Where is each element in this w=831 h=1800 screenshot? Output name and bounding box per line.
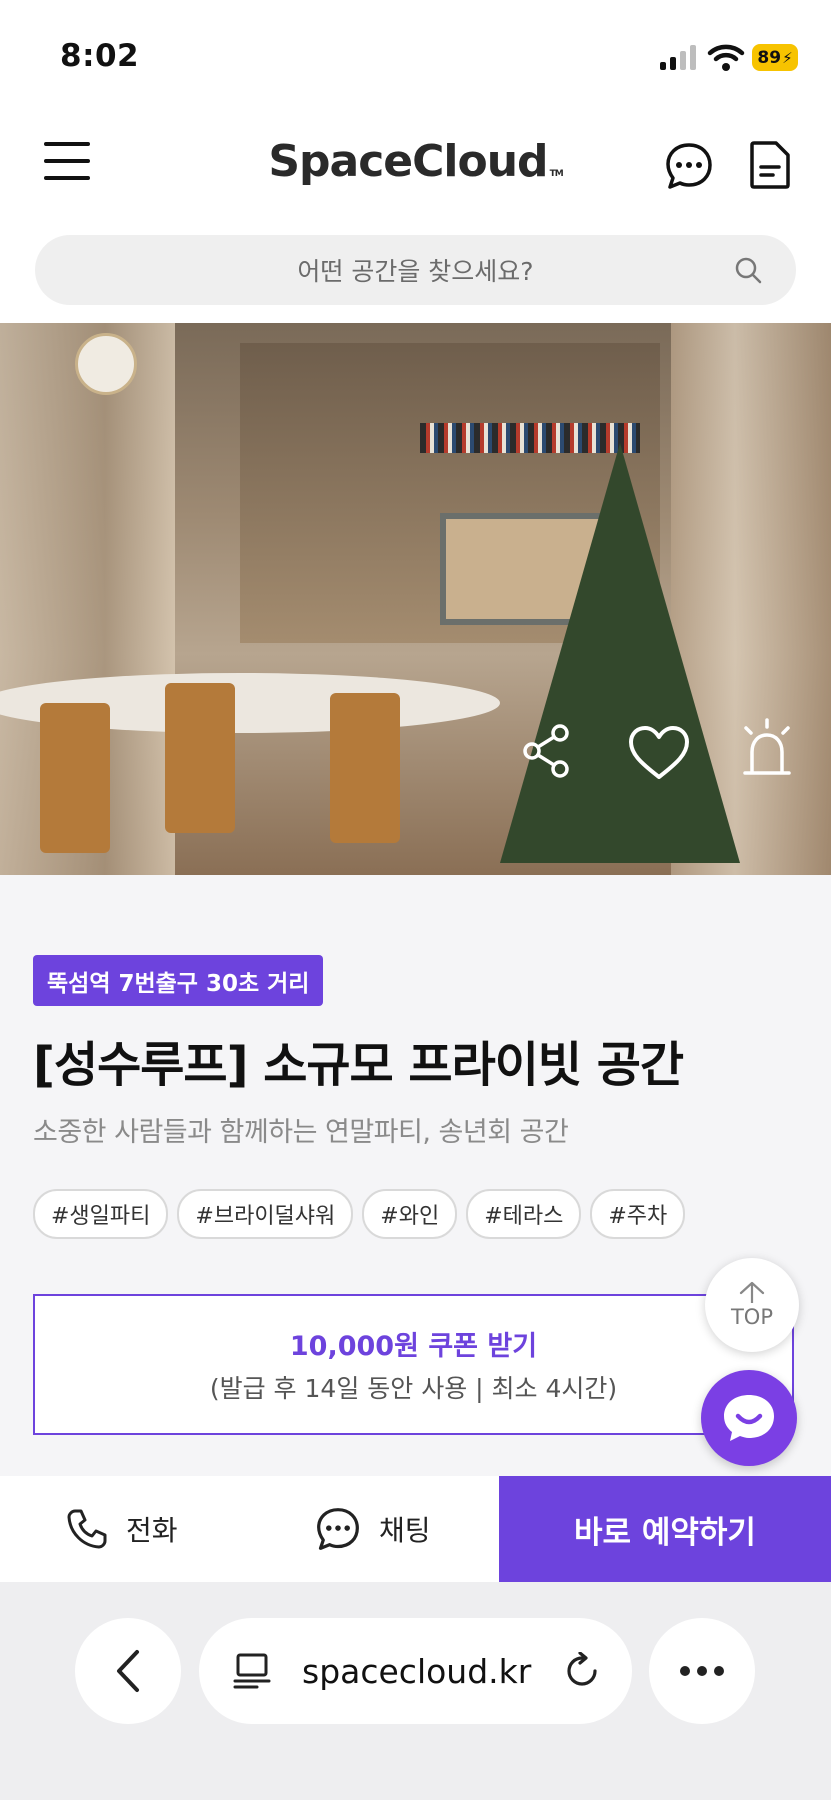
reserve-now-button[interactable]: 바로 예약하기 [499,1476,831,1582]
battery-indicator: 89 ⚡ [752,44,798,71]
chat-bubble-icon [317,1508,359,1550]
battery-level: 89 [757,47,782,68]
charging-bolt-icon: ⚡ [782,48,793,67]
coupon-title: 10,000원 쿠폰 받기 [289,1331,538,1362]
alarm-siren-icon[interactable] [738,718,796,782]
document-icon[interactable] [748,140,792,190]
arrow-up-icon [739,1281,765,1303]
chat-smile-icon [724,1395,774,1441]
top-label: TOP [730,1305,774,1329]
logo-text: SpaceCloud [268,136,548,187]
browser-back-button[interactable] [75,1618,181,1724]
search-bar[interactable]: 어떤 공간을 찾으세요? [35,235,796,305]
chat-button[interactable]: 채팅 [315,1476,431,1582]
chat-label: 채팅 [379,1514,431,1547]
cellular-signal-icon [660,44,698,70]
coupon-subtitle: (발급 후 14일 동안 사용 | 최소 4시간) [209,1374,618,1403]
logo-trademark: TM [549,169,564,179]
christmas-tree-image [500,443,740,863]
chevron-left-icon [117,1650,139,1692]
bottom-action-bar: 전화 채팅 바로 예약하기 [0,1476,831,1582]
page-menu-icon[interactable] [233,1652,271,1690]
tag-chip[interactable]: #주차 [590,1189,686,1239]
tag-chip[interactable]: #와인 [362,1189,458,1239]
space-subtitle: 소중한 사람들과 함께하는 연말파티, 송년회 공간 [33,1117,569,1148]
search-icon[interactable] [734,256,762,284]
search-input[interactable]: 어떤 공간을 찾으세요? [297,252,533,288]
heart-icon[interactable] [627,725,691,781]
tag-chip[interactable]: #테라스 [466,1189,582,1239]
url-text: spacecloud.kr [302,1652,532,1691]
share-icon[interactable] [520,723,572,779]
tag-chip[interactable]: #생일파티 [33,1189,169,1239]
reserve-label: 바로 예약하기 [574,1514,756,1551]
chair-image [165,683,235,833]
browser-address-bar[interactable]: spacecloud.kr [199,1618,632,1724]
phone-icon [67,1509,107,1549]
location-badge: 뚝섬역 7번출구 30초 거리 [33,955,324,1006]
space-hero-image[interactable] [0,323,831,875]
call-button[interactable]: 전화 [66,1476,178,1582]
tag-list: #생일파티 #브라이덜샤워 #와인 #테라스 #주차 [33,1189,686,1239]
browser-more-button[interactable] [649,1618,755,1724]
chair-image [330,693,400,843]
scroll-to-top-button[interactable]: TOP [705,1258,799,1352]
chat-bubble-icon[interactable] [664,141,714,191]
reload-icon[interactable] [563,1652,601,1690]
tag-chip[interactable]: #브라이덜샤워 [177,1189,354,1239]
coupon-button[interactable]: 10,000원 쿠폰 받기 (발급 후 14일 동안 사용 | 최소 4시간) [33,1294,794,1435]
wall-clock-image [75,333,137,395]
chair-image [40,703,110,853]
wifi-icon [707,44,745,71]
space-title: [성수루프] 소규모 프라이빗 공간 [33,1037,684,1093]
chat-fab-button[interactable] [701,1370,797,1466]
call-label: 전화 [126,1514,178,1547]
more-dots-icon [680,1666,724,1676]
status-time: 8:02 [60,38,140,74]
